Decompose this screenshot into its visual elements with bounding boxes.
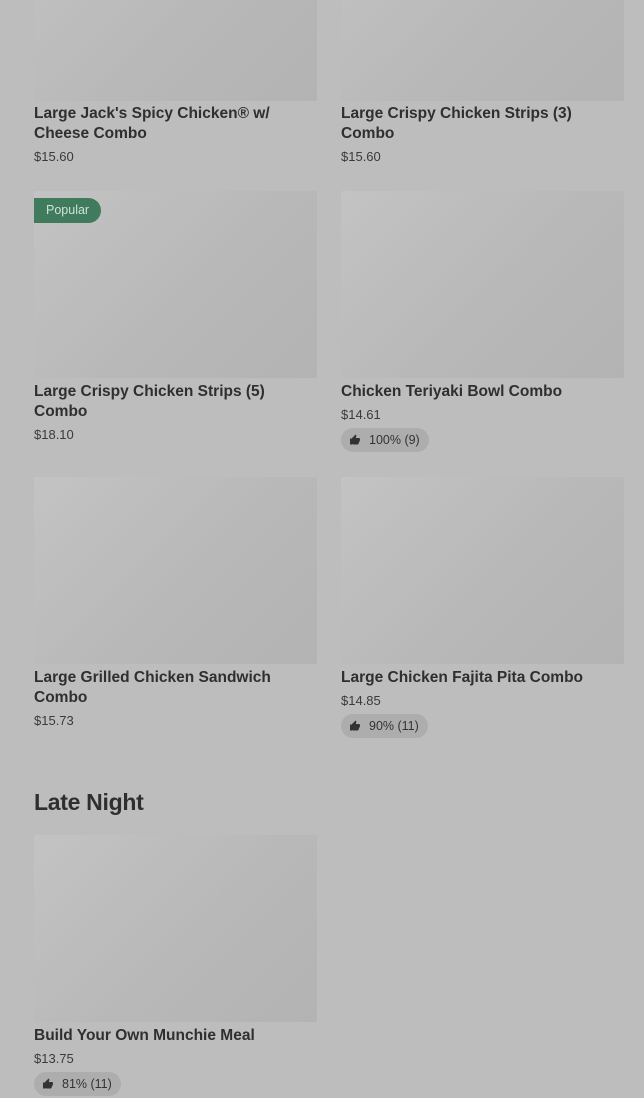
item-image[interactable] — [34, 477, 317, 664]
menu-item-card[interactable]: Large Chicken Fajita Pita Combo $14.85 9… — [341, 477, 624, 742]
item-image[interactable] — [34, 835, 317, 1022]
thumbs-up-icon — [350, 434, 360, 445]
menu-item-card[interactable]: Build Your Own Munchie Meal $13.75 81% (… — [34, 835, 317, 1098]
item-title[interactable]: Large Crispy Chicken Strips (5) Combo — [34, 382, 317, 422]
item-title[interactable]: Large Crispy Chicken Strips (3) Combo — [341, 104, 624, 144]
menu-item-card[interactable]: Large Grilled Chicken Sandwich Combo $15… — [34, 477, 317, 737]
item-image[interactable] — [341, 191, 624, 378]
item-price: $15.60 — [34, 149, 74, 164]
item-title[interactable]: Large Jack's Spicy Chicken® w/ Cheese Co… — [34, 104, 317, 144]
rating-pill: 90% (11) — [341, 714, 428, 738]
item-image[interactable] — [341, 477, 624, 664]
rating-text: 81% (11) — [62, 1077, 112, 1091]
item-price: $15.60 — [341, 149, 381, 164]
item-price: $14.61 — [341, 407, 381, 422]
item-price: $13.75 — [34, 1051, 74, 1066]
item-title[interactable]: Build Your Own Munchie Meal — [34, 1026, 317, 1046]
item-title[interactable]: Large Chicken Fajita Pita Combo — [341, 668, 624, 688]
item-price: $18.10 — [34, 427, 74, 442]
rating-pill: 100% (9) — [341, 428, 429, 452]
thumbs-up-icon — [350, 720, 360, 731]
rating-pill: 81% (11) — [34, 1072, 121, 1096]
section-title-late-night: Late Night — [34, 789, 144, 815]
menu-item-card[interactable]: Chicken Teriyaki Bowl Combo $14.61 100% … — [341, 191, 624, 456]
item-price: $15.73 — [34, 713, 74, 728]
item-image[interactable] — [34, 0, 317, 101]
thumbs-up-icon — [43, 1078, 53, 1089]
menu-item-card[interactable]: Large Crispy Chicken Strips (3) Combo $1… — [341, 0, 624, 170]
item-title[interactable]: Chicken Teriyaki Bowl Combo — [341, 382, 624, 402]
menu-item-card[interactable]: Popular Large Crispy Chicken Strips (5) … — [34, 191, 317, 451]
item-price: $14.85 — [341, 693, 381, 708]
item-title[interactable]: Large Grilled Chicken Sandwich Combo — [34, 668, 317, 708]
rating-text: 100% (9) — [369, 433, 420, 447]
popular-badge: Popular — [34, 198, 102, 223]
item-image[interactable] — [341, 0, 624, 101]
menu-item-card[interactable]: Large Jack's Spicy Chicken® w/ Cheese Co… — [34, 0, 317, 170]
rating-text: 90% (11) — [369, 719, 419, 733]
